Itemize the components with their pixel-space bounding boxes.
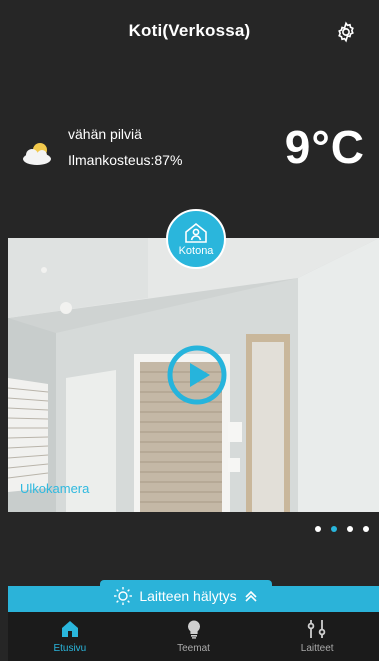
sliders-icon	[307, 620, 326, 638]
nav-item-teemat[interactable]: Teemat	[132, 612, 256, 661]
carousel-dot[interactable]	[347, 526, 353, 532]
nav-label: Laitteet	[300, 643, 334, 654]
header: Koti(Verkossa)	[0, 0, 379, 62]
mode-label: Kotona	[178, 244, 214, 257]
mode-button[interactable]: Kotona	[166, 209, 226, 269]
weather-panel: vähän pilviä Ilmankosteus:87% 9°C	[0, 118, 379, 198]
carousel-dot[interactable]	[315, 526, 321, 532]
nav-item-etusivu[interactable]: Etusivu	[8, 612, 132, 661]
nav-item-laitteet[interactable]: Laitteet	[255, 612, 379, 661]
home-icon	[61, 621, 78, 637]
lightbulb-glow-icon	[114, 587, 133, 605]
carousel-dot-active[interactable]	[331, 526, 337, 532]
camera-feed[interactable]: Ulkokamera	[8, 238, 379, 512]
home-person-icon	[185, 222, 207, 243]
play-button[interactable]	[166, 344, 228, 406]
alarm-label: Laitteen hälytys	[139, 588, 237, 604]
bottom-nav: Etusivu Teemat Laitteet	[8, 612, 379, 661]
weather-description: vähän pilviä	[68, 126, 142, 142]
humidity-text: Ilmankosteus:87%	[68, 152, 183, 168]
nav-label: Teemat	[177, 643, 210, 654]
chevron-up-icon	[245, 590, 257, 602]
carousel-dot[interactable]	[363, 526, 369, 532]
page-title: Koti(Verkossa)	[128, 21, 251, 40]
alarm-toggle-button[interactable]: Laitteen hälytys	[100, 580, 272, 612]
lightbulb-icon	[187, 620, 200, 639]
nav-label: Etusivu	[53, 643, 87, 654]
carousel-indicator	[315, 526, 369, 532]
camera-label: Ulkokamera	[20, 481, 90, 496]
temperature: 9°C	[284, 121, 365, 173]
gear-icon[interactable]	[335, 21, 357, 43]
partly-cloudy-icon	[20, 140, 56, 166]
